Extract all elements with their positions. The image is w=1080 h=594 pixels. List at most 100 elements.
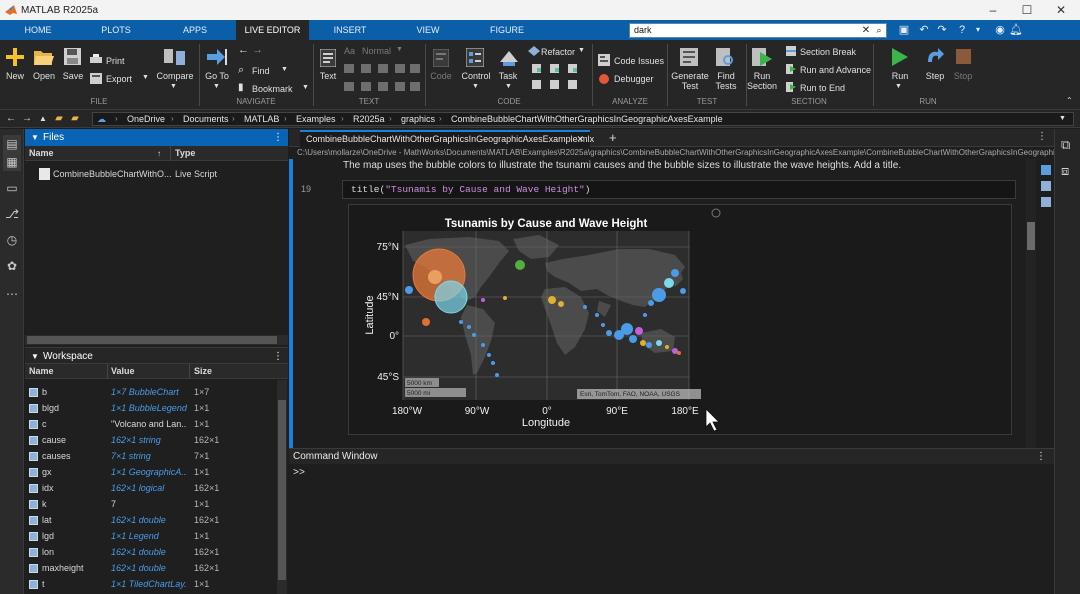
- source-control-icon[interactable]: ⎇: [3, 205, 21, 223]
- refactor-button[interactable]: Refactor: [541, 47, 575, 57]
- recent-folder-icon[interactable]: ▰: [68, 110, 82, 128]
- save-button[interactable]: Save: [60, 71, 86, 81]
- workspace-row[interactable]: cause 162×1 string 162×1: [25, 432, 275, 448]
- compare-button[interactable]: Compare: [154, 71, 196, 81]
- files-panel-icon[interactable]: ▤: [3, 135, 21, 153]
- browse-folder-icon[interactable]: ▰: [52, 110, 66, 128]
- export-dropdown-icon[interactable]: ▼: [142, 74, 149, 81]
- clear-search-icon[interactable]: ✕: [860, 23, 872, 38]
- breadcrumb-item[interactable]: Documents: [183, 113, 229, 125]
- panel-menu-icon[interactable]: ⋮: [273, 348, 283, 365]
- workspace-row[interactable]: c "Volcano and Lan... 1×1: [25, 416, 275, 432]
- tab-figure[interactable]: FIGURE: [482, 20, 532, 40]
- output-clear-icon[interactable]: [1041, 197, 1051, 207]
- code-line[interactable]: title("Tsunamis by Cause and Wave Height…: [342, 180, 1016, 199]
- close-tab-icon[interactable]: ✕: [576, 132, 584, 146]
- tab-live-editor[interactable]: LIVE EDITOR: [236, 20, 309, 40]
- col-type[interactable]: Type: [175, 146, 195, 161]
- output-inline-icon[interactable]: ⧉: [1061, 137, 1070, 153]
- workspace-row[interactable]: k 7 1×1: [25, 496, 275, 512]
- scrollbar-thumb[interactable]: [278, 400, 286, 580]
- history-icon[interactable]: ◷: [3, 231, 21, 249]
- minimize-button[interactable]: –: [976, 0, 1010, 20]
- save-quick-icon[interactable]: ▣: [896, 20, 912, 40]
- tab-insert[interactable]: INSERT: [326, 20, 374, 40]
- variable-value[interactable]: 1×1 TiledChartLay...: [111, 576, 187, 592]
- workspace-row[interactable]: lgd 1×1 Legend 1×1: [25, 528, 275, 544]
- text-paragraph[interactable]: The map uses the bubble colors to illust…: [343, 160, 901, 171]
- sort-arrow-icon[interactable]: ↑: [157, 146, 161, 161]
- bookmark-dropdown-icon[interactable]: ▼: [302, 84, 309, 91]
- scrollbar-thumb[interactable]: [27, 336, 277, 344]
- file-item[interactable]: CombineBubbleChartWithO... Live Script: [25, 166, 288, 182]
- compare-dropdown-icon[interactable]: ▼: [170, 83, 177, 90]
- forward-icon[interactable]: →: [20, 110, 34, 128]
- text-button[interactable]: Text: [315, 71, 341, 81]
- breadcrumb-item[interactable]: R2025a: [353, 113, 385, 125]
- maximize-button[interactable]: ☐: [1010, 0, 1044, 20]
- project-icon[interactable]: ▭: [3, 179, 21, 197]
- output-mode-icon[interactable]: [1041, 165, 1051, 175]
- variable-value[interactable]: 162×1 double: [111, 512, 187, 528]
- community-icon[interactable]: ◉: [992, 20, 1008, 40]
- code-issues-button[interactable]: Code Issues: [614, 56, 664, 66]
- search-icon[interactable]: ⌕: [873, 23, 885, 38]
- breadcrumb-item[interactable]: OneDrive: [127, 113, 165, 125]
- generate-test-button[interactable]: Generate Test: [670, 71, 710, 91]
- control-button[interactable]: Control: [458, 71, 494, 81]
- col-value[interactable]: Value: [111, 364, 135, 379]
- more-options-icon[interactable]: ⋯: [3, 285, 21, 303]
- go-to-dropdown-icon[interactable]: ▼: [213, 83, 220, 90]
- control-dropdown-icon[interactable]: ▼: [472, 83, 479, 90]
- editor-scrollbar-thumb[interactable]: [1027, 222, 1035, 250]
- find-button[interactable]: Find: [252, 66, 270, 76]
- breadcrumb-item[interactable]: MATLAB: [244, 113, 279, 125]
- workspace-row[interactable]: idx 162×1 logical 162×1: [25, 480, 275, 496]
- collapse-icon[interactable]: ▼: [31, 129, 39, 146]
- breadcrumb-item[interactable]: graphics: [401, 113, 435, 125]
- style-dropdown-icon[interactable]: ▼: [396, 46, 403, 53]
- find-tests-button[interactable]: Find Tests: [710, 71, 742, 91]
- workspace-row[interactable]: lon 162×1 double 162×1: [25, 544, 275, 560]
- run-to-end-button[interactable]: Run to End: [800, 83, 845, 93]
- variable-value[interactable]: 162×1 logical: [111, 480, 187, 496]
- undo-icon[interactable]: ↶: [916, 20, 932, 40]
- close-button[interactable]: ✕: [1044, 0, 1078, 20]
- notifications-icon[interactable]: 🔔︎: [1008, 20, 1024, 40]
- tab-apps[interactable]: APPS: [170, 20, 220, 40]
- refactor-dropdown-icon[interactable]: ▼: [578, 47, 585, 54]
- workspace-row[interactable]: t 1×1 TiledChartLay... 1×1: [25, 576, 275, 592]
- search-input[interactable]: dark: [629, 23, 887, 38]
- horizontal-scrollbar[interactable]: [25, 335, 288, 345]
- tab-plots[interactable]: PLOTS: [90, 20, 142, 40]
- variable-value[interactable]: 1×7 BubbleChart: [111, 384, 187, 400]
- stop-button[interactable]: Stop: [950, 71, 976, 81]
- run-and-advance-button[interactable]: Run and Advance: [800, 65, 871, 75]
- variable-value[interactable]: 1×1 GeographicA...: [111, 464, 187, 480]
- output-hide-icon[interactable]: [1041, 181, 1051, 191]
- new-button[interactable]: New: [2, 71, 28, 81]
- breadcrumb-item[interactable]: CombineBubbleChartWithOtherGraphicsInGeo…: [451, 113, 723, 125]
- find-dropdown-icon[interactable]: ▼: [281, 66, 288, 73]
- panel-menu-icon[interactable]: ⋮: [273, 129, 283, 146]
- collapse-ribbon-icon[interactable]: ⌃: [1066, 96, 1073, 105]
- col-name[interactable]: Name: [29, 364, 54, 379]
- path-breadcrumb[interactable]: ☁ › OneDrive › Documents › MATLAB › Exam…: [92, 112, 1074, 126]
- path-dropdown-icon[interactable]: ▼: [1059, 113, 1066, 125]
- editor-scrollbar[interactable]: [1026, 159, 1036, 448]
- run-section-button[interactable]: Run Section: [744, 71, 780, 91]
- variable-value[interactable]: 162×1 string: [111, 432, 187, 448]
- add-ons-icon[interactable]: ✿: [3, 257, 21, 275]
- export-button[interactable]: Export: [106, 74, 132, 84]
- variable-value[interactable]: 1×1 Legend: [111, 528, 187, 544]
- open-button[interactable]: Open: [30, 71, 58, 81]
- run-button[interactable]: Run: [886, 71, 914, 81]
- variable-value[interactable]: 7×1 string: [111, 448, 187, 464]
- run-dropdown-icon[interactable]: ▼: [895, 83, 902, 90]
- tab-view[interactable]: VIEW: [405, 20, 451, 40]
- panel-menu-icon[interactable]: ⋮: [1036, 449, 1046, 465]
- tab-home[interactable]: HOME: [10, 20, 66, 40]
- task-dropdown-icon[interactable]: ▼: [505, 83, 512, 90]
- go-to-button[interactable]: Go To: [202, 71, 232, 81]
- help-icon[interactable]: ?: [954, 20, 970, 40]
